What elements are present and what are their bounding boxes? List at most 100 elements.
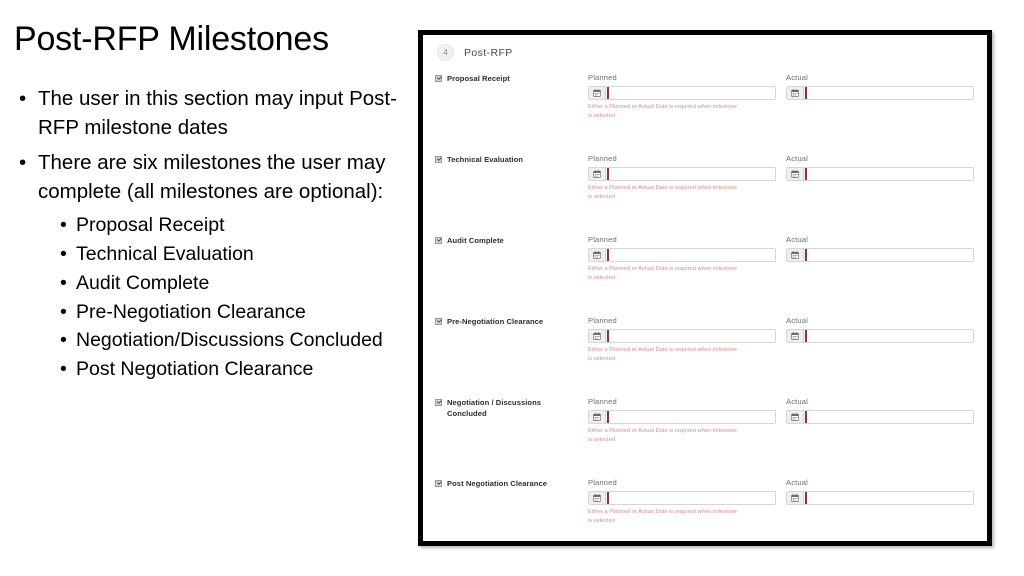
bullet-glyph-icon: •	[19, 151, 27, 175]
actual-date-input-group[interactable]	[786, 329, 974, 343]
calendar-picker-button[interactable]	[589, 411, 606, 423]
bullet-text: Pre-Negotiation Clearance	[76, 300, 306, 323]
milestone-toggle[interactable]: Proposal Receipt	[435, 73, 575, 84]
table-row: Technical Evaluation Planned Either a Plan…	[423, 154, 987, 232]
planned-date-input-group[interactable]	[588, 491, 776, 505]
milestone-toggle[interactable]: Audit Complete	[435, 235, 575, 246]
calendar-picker-button[interactable]	[589, 492, 606, 504]
bullet-text: Negotiation/Discussions Concluded	[76, 329, 383, 352]
bullet-text: The user in this section may input Post-…	[38, 87, 397, 140]
calendar-icon	[791, 494, 799, 502]
calendar-picker-button[interactable]	[589, 249, 606, 261]
bullet-text: Proposal Receipt	[76, 214, 225, 237]
planned-date-field-group: Planned Either a Planned or Actual Date i…	[588, 478, 776, 526]
actual-date-input[interactable]	[807, 330, 973, 342]
planned-date-input[interactable]	[609, 87, 775, 99]
table-row: Negotiation / Discussions Concluded Plann…	[423, 397, 987, 475]
calendar-icon	[791, 170, 799, 178]
calendar-picker-button[interactable]	[787, 330, 804, 342]
planned-date-input-group[interactable]	[588, 167, 776, 181]
milestone-label: Audit Complete	[447, 236, 504, 245]
milestone-checkbox[interactable]	[435, 480, 442, 487]
actual-field-label: Actual	[786, 397, 809, 406]
calendar-picker-button[interactable]	[787, 492, 804, 504]
milestone-toggle[interactable]: Post Negotiation Clearance	[435, 478, 575, 489]
planned-date-input[interactable]	[609, 492, 775, 504]
milestone-toggle[interactable]: Negotiation / Discussions Concluded	[435, 397, 575, 419]
calendar-icon	[791, 251, 799, 259]
actual-field-label: Actual	[786, 154, 809, 163]
planned-date-input[interactable]	[609, 330, 775, 342]
actual-date-input[interactable]	[807, 492, 973, 504]
planned-date-input[interactable]	[609, 168, 775, 180]
actual-field-label: Actual	[786, 478, 809, 487]
calendar-picker-button[interactable]	[787, 168, 804, 180]
planned-date-field-group: Planned Either a Planned or Actual Date i…	[588, 235, 776, 283]
milestone-label: Negotiation / Discussions Concluded	[447, 398, 542, 418]
validation-error-message: Either a Planned or Actual Date is requi…	[588, 509, 738, 525]
actual-date-input-group[interactable]	[786, 491, 974, 505]
calendar-icon	[791, 413, 799, 421]
actual-date-field-group: Actual	[786, 397, 974, 424]
planned-date-field-group: Planned Either a Planned or Actual Date i…	[588, 397, 776, 445]
actual-date-input-group[interactable]	[786, 410, 974, 424]
milestone-checkbox[interactable]	[435, 75, 442, 82]
actual-date-field-group: Actual	[786, 154, 974, 181]
planned-field-label: Planned	[588, 397, 617, 406]
calendar-picker-button[interactable]	[787, 87, 804, 99]
validation-error-message: Either a Planned or Actual Date is requi…	[588, 428, 738, 444]
milestone-checkbox[interactable]	[435, 156, 442, 163]
bullet-text: Audit Complete	[76, 271, 210, 294]
actual-field-label: Actual	[786, 235, 809, 244]
actual-date-field-group: Actual	[786, 478, 974, 505]
post-rfp-form: 4 Post-RFP Proposal Receipt Planned Either…	[423, 35, 987, 541]
bullet-glyph-icon: •	[60, 300, 67, 323]
milestone-checkbox[interactable]	[435, 318, 442, 325]
calendar-picker-button[interactable]	[787, 249, 804, 261]
calendar-picker-button[interactable]	[589, 168, 606, 180]
validation-error-message: Either a Planned or Actual Date is requi…	[588, 185, 738, 201]
planned-date-input-group[interactable]	[588, 329, 776, 343]
milestone-label: Technical Evaluation	[447, 155, 523, 164]
actual-date-input[interactable]	[807, 411, 973, 423]
actual-date-input[interactable]	[807, 87, 973, 99]
milestone-checkbox[interactable]	[435, 399, 442, 406]
table-row: Proposal Receipt Planned Either a Planned …	[423, 73, 987, 151]
actual-date-input[interactable]	[807, 168, 973, 180]
milestone-checkbox[interactable]	[435, 237, 442, 244]
planned-date-input-group[interactable]	[588, 86, 776, 100]
planned-field-label: Planned	[588, 316, 617, 325]
planned-date-input[interactable]	[609, 249, 775, 261]
calendar-icon	[593, 89, 601, 97]
actual-date-input-group[interactable]	[786, 248, 974, 262]
calendar-icon	[593, 170, 601, 178]
planned-date-input-group[interactable]	[588, 248, 776, 262]
calendar-icon	[593, 332, 601, 340]
actual-date-input[interactable]	[807, 249, 973, 261]
bullet-item: • Negotiation/Discussions Concluded	[14, 327, 406, 355]
actual-date-input-group[interactable]	[786, 167, 974, 181]
bullet-item: • Audit Complete	[14, 270, 406, 298]
milestone-toggle[interactable]: Pre-Negotiation Clearance	[435, 316, 575, 327]
bullet-glyph-icon: •	[19, 87, 27, 110]
planned-date-field-group: Planned Either a Planned or Actual Date i…	[588, 316, 776, 364]
calendar-picker-button[interactable]	[589, 87, 606, 99]
table-row: Audit Complete Planned Either a Planned or…	[423, 235, 987, 313]
actual-field-label: Actual	[786, 73, 809, 82]
calendar-picker-button[interactable]	[787, 411, 804, 423]
milestone-label: Post Negotiation Clearance	[447, 479, 548, 488]
calendar-picker-button[interactable]	[589, 330, 606, 342]
bullet-item: • Technical Evaluation	[14, 241, 406, 269]
bullet-item: • Proposal Receipt	[14, 212, 406, 240]
actual-date-input-group[interactable]	[786, 86, 974, 100]
validation-error-message: Either a Planned or Actual Date is requi…	[588, 104, 738, 120]
planned-date-input[interactable]	[609, 411, 775, 423]
slide-text-pane: Post-RFP Milestones • The user in this se…	[0, 0, 410, 576]
planned-date-input-group[interactable]	[588, 410, 776, 424]
milestone-toggle[interactable]: Technical Evaluation	[435, 154, 575, 165]
planned-date-field-group: Planned Either a Planned or Actual Date i…	[588, 154, 776, 202]
embedded-screenshot-frame: 4 Post-RFP Proposal Receipt Planned Either…	[418, 30, 992, 546]
calendar-icon	[593, 413, 601, 421]
actual-date-field-group: Actual	[786, 73, 974, 100]
page-title: Post-RFP Milestones	[14, 20, 329, 58]
